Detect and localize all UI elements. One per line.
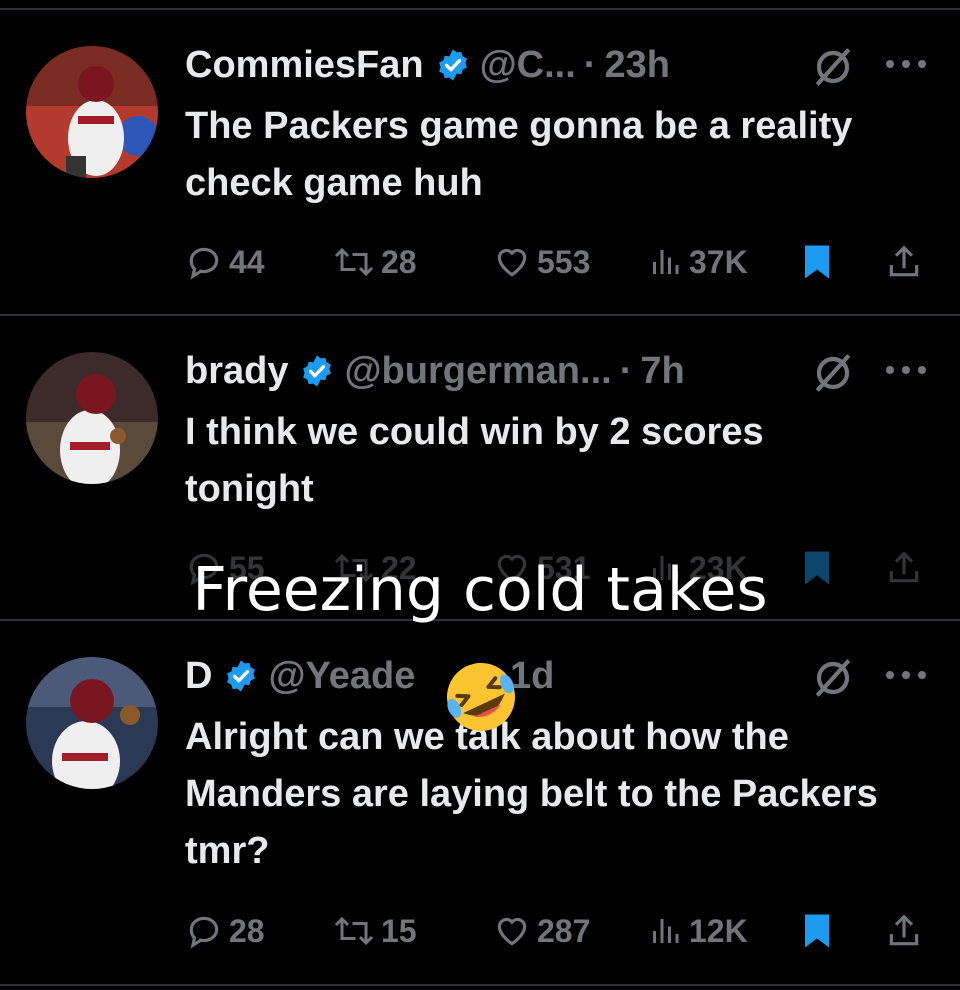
reply-button[interactable]: 44: [185, 242, 265, 282]
handle[interactable]: @C...: [480, 44, 576, 87]
separator-dot: ·: [619, 349, 633, 392]
handle[interactable]: @Yeade: [268, 655, 415, 698]
tweet-1[interactable]: CommiesFan @C... · 23h The Packers game …: [0, 0, 960, 314]
repost-count: 15: [381, 912, 417, 949]
views-icon: [653, 250, 679, 274]
tweet-text: The Packers game gonna be a reality chec…: [185, 105, 853, 204]
like-count: 553: [537, 243, 591, 280]
repost-count: 28: [381, 243, 417, 280]
display-name[interactable]: CommiesFan: [185, 44, 424, 87]
reply-count: 28: [229, 912, 265, 949]
handle[interactable]: @burgerman...: [344, 350, 611, 393]
like-count: 287: [537, 912, 591, 949]
display-name[interactable]: D: [185, 655, 212, 698]
more-icon[interactable]: [884, 58, 928, 70]
like-button[interactable]: 287: [493, 911, 590, 951]
separator-dot: ·: [583, 43, 597, 86]
share-icon: [889, 914, 919, 946]
share-button[interactable]: [885, 911, 929, 951]
verified-badge-icon: [303, 355, 332, 387]
share-button[interactable]: [885, 242, 929, 282]
more-icon[interactable]: [884, 364, 928, 376]
bookmark-button[interactable]: [799, 911, 841, 951]
views-icon: [653, 919, 679, 943]
tweet-text: Alright can we talk about how the Mander…: [185, 716, 878, 872]
reply-icon: [189, 916, 219, 949]
display-name[interactable]: brady: [185, 350, 288, 393]
avatar[interactable]: [26, 352, 158, 484]
bookmark-icon: [805, 245, 829, 279]
like-icon: [497, 917, 527, 946]
tweet-text: I think we could win by 2 scores tonight: [185, 411, 764, 510]
avatar[interactable]: [26, 657, 158, 789]
reply-count: 44: [229, 243, 265, 280]
more-icon[interactable]: [884, 669, 928, 681]
bookmark-icon: [805, 914, 829, 948]
repost-icon: [334, 916, 374, 946]
views-count: 37K: [689, 243, 748, 280]
timestamp[interactable]: 7h: [640, 350, 684, 393]
rolling-laughing-emoji-icon: [447, 663, 515, 731]
like-icon: [497, 248, 527, 277]
repost-icon: [334, 247, 374, 277]
repost-button[interactable]: 28: [333, 242, 417, 282]
bookmark-button[interactable]: [799, 242, 841, 282]
timestamp[interactable]: 23h: [604, 44, 669, 87]
grok-icon[interactable]: [812, 352, 854, 394]
reply-icon: [189, 247, 219, 280]
views-button[interactable]: 12K: [647, 911, 748, 951]
action-bar: 44 28 553 37K: [185, 242, 930, 282]
reply-button[interactable]: 28: [185, 911, 265, 951]
action-bar: 28 15 287 12K: [185, 911, 930, 951]
repost-button[interactable]: 15: [333, 911, 417, 951]
views-count: 12K: [689, 912, 748, 949]
like-button[interactable]: 553: [493, 242, 590, 282]
grok-icon[interactable]: [812, 46, 854, 88]
grok-icon[interactable]: [812, 657, 854, 699]
avatar[interactable]: [26, 46, 158, 178]
bottom-divider: [0, 984, 960, 986]
verified-badge-icon: [438, 49, 467, 81]
share-icon: [889, 245, 919, 277]
views-button[interactable]: 37K: [647, 242, 748, 282]
verified-badge-icon: [227, 660, 256, 692]
overlay-caption: Freezing cold takes: [192, 555, 768, 625]
